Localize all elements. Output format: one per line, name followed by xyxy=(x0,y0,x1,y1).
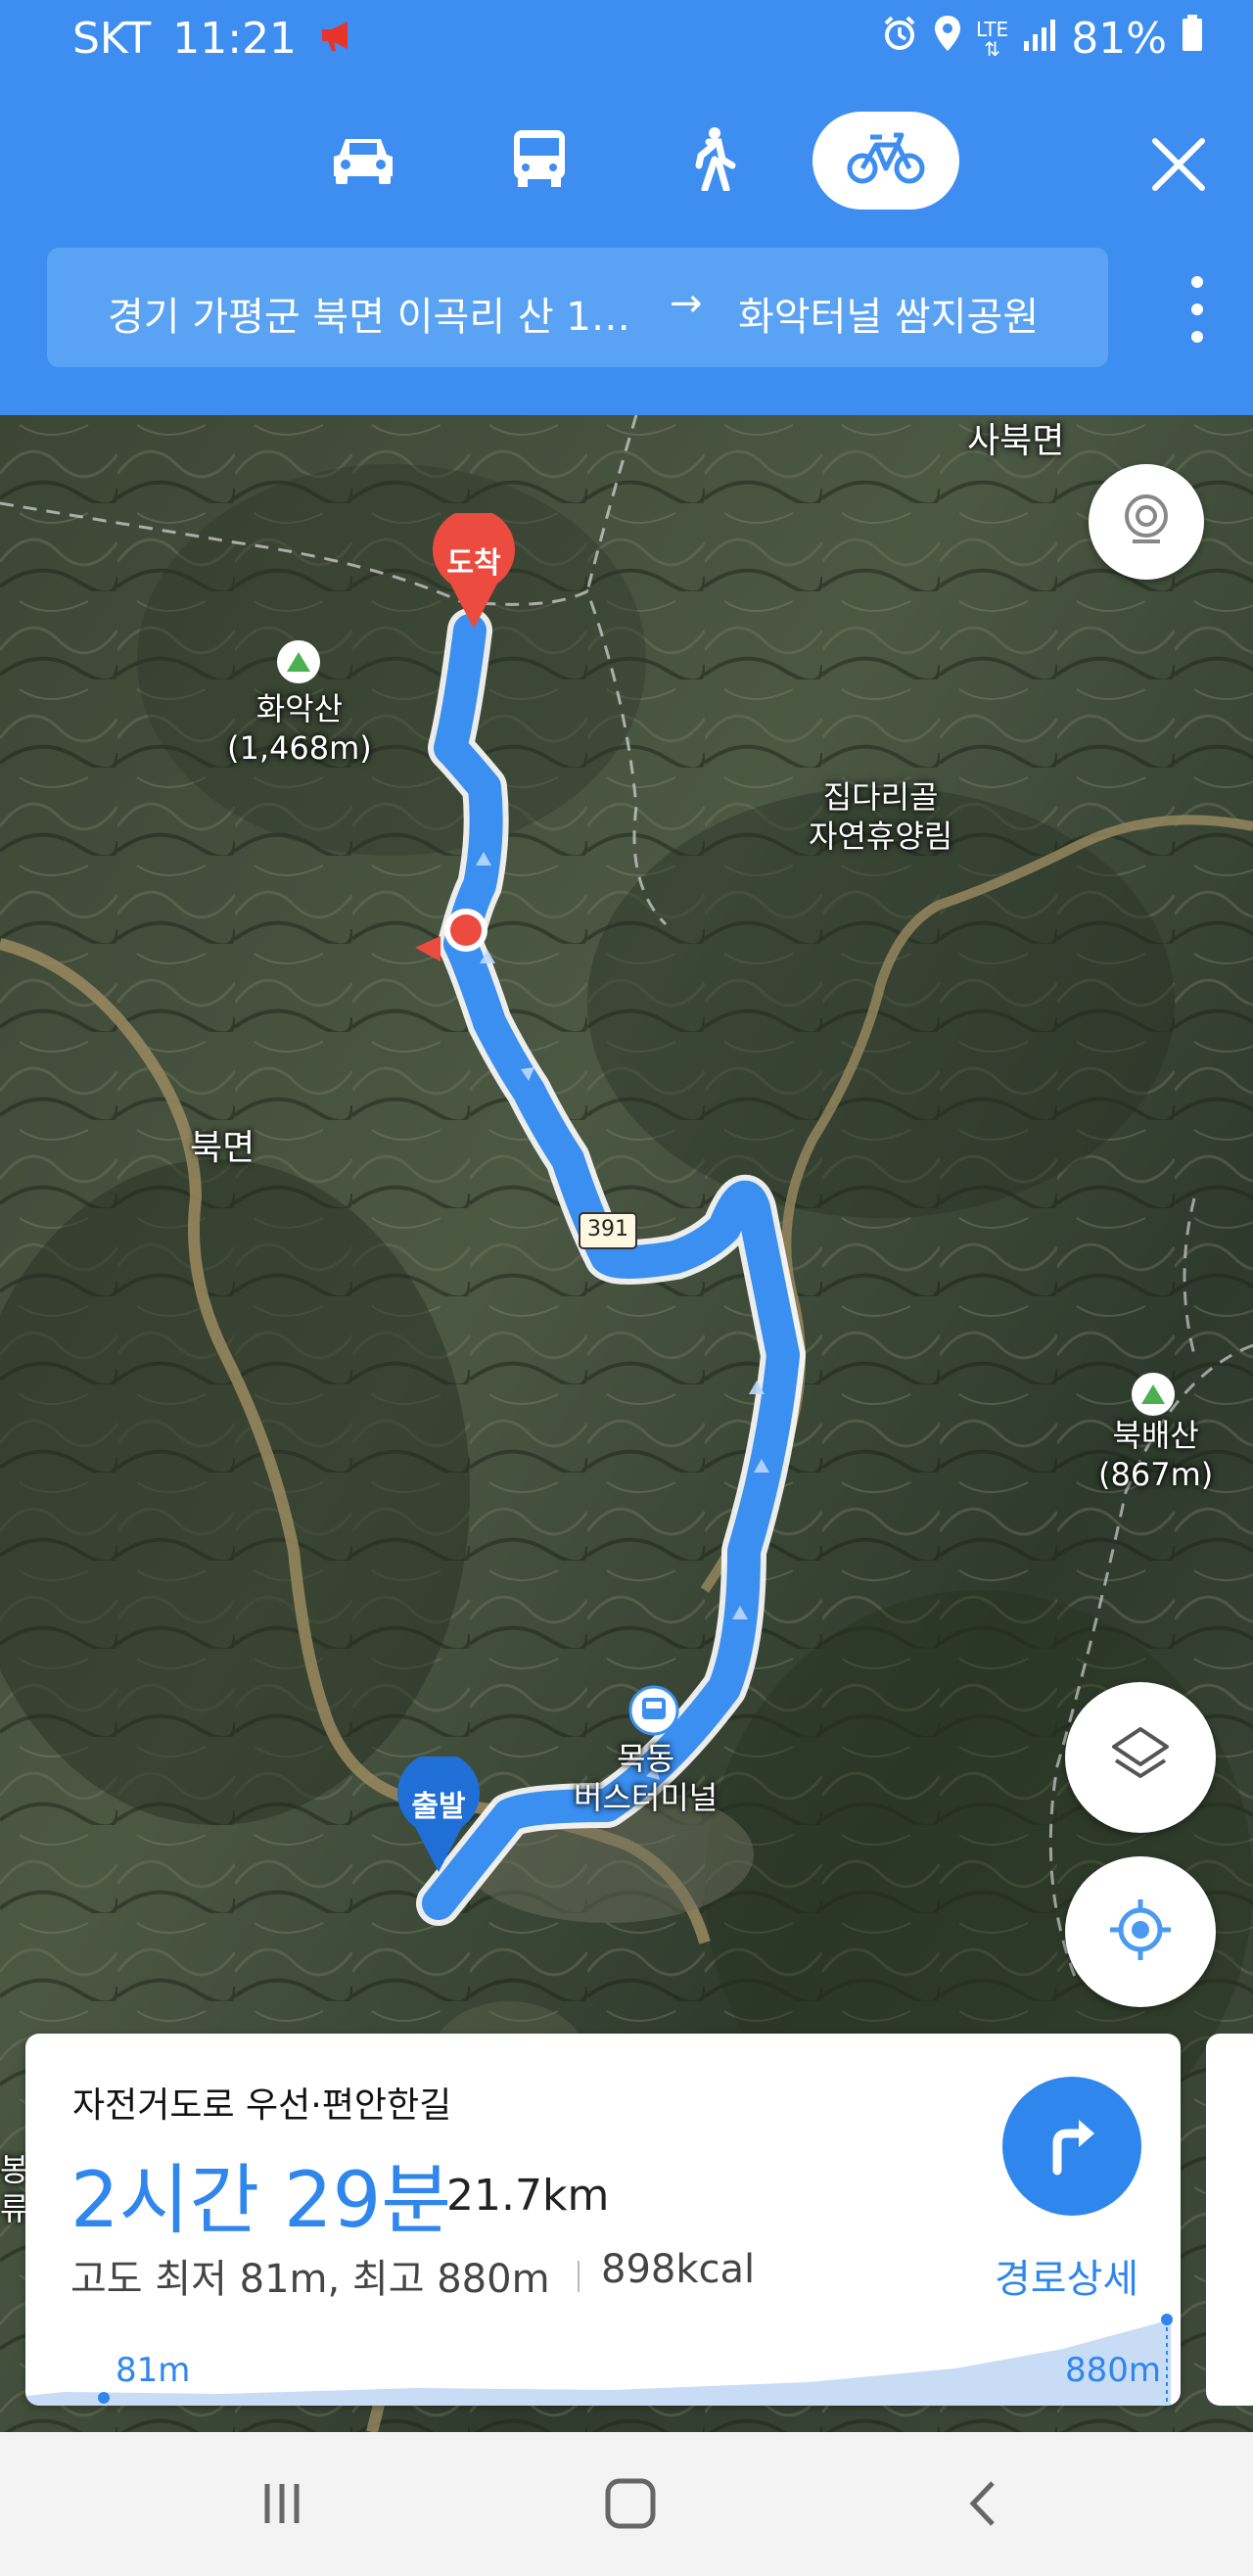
next-route-card-peek[interactable] xyxy=(1206,2034,1253,2406)
label-text: 화악산 xyxy=(255,690,344,727)
label-text: 집다리골 xyxy=(822,778,939,816)
transport-mode-tabs xyxy=(0,108,1253,215)
label-text: (867m) xyxy=(1098,1456,1214,1493)
elevation-min-label: 81m xyxy=(116,2351,191,2390)
map-label-sabuk: 사북면 xyxy=(967,419,1064,463)
more-options-button[interactable] xyxy=(1173,272,1222,347)
road-shield-391: 391 xyxy=(580,1217,636,1241)
map-label-hwaaksan: 화악산 (1,468m) xyxy=(227,689,372,768)
elevation-max-label: 880m xyxy=(1065,2351,1162,2390)
layers-icon xyxy=(1106,1721,1175,1794)
arrival-marker[interactable]: 도착 xyxy=(429,513,519,631)
arrival-label: 도착 xyxy=(446,546,501,581)
route-option-card[interactable]: 자전거도로 우선·편안한길 2시간 29분 21.7km 고도 최저 81m, … xyxy=(25,2034,1181,2406)
route-summary-box[interactable]: 경기 가평군 북면 이곡리 산 1… → 화악터널 쌈지공원 xyxy=(47,248,1108,367)
route-detail-label[interactable]: 경로상세 xyxy=(995,2247,1138,2304)
route-detail-button[interactable] xyxy=(1002,2077,1141,2216)
tab-bicycle[interactable] xyxy=(812,112,959,210)
location-icon xyxy=(933,14,962,64)
home-button[interactable] xyxy=(591,2471,670,2540)
route-distance: 21.7km xyxy=(446,2171,610,2221)
route-origin: 경기 가평군 북면 이곡리 산 1… xyxy=(108,295,630,340)
divider xyxy=(578,2261,580,2292)
bus-icon xyxy=(510,128,569,193)
recent-apps-button[interactable] xyxy=(243,2471,321,2540)
route-duration: 2시간 29분 xyxy=(70,2157,451,2245)
tab-walk[interactable] xyxy=(638,112,785,210)
layers-button[interactable] xyxy=(1065,1682,1216,1833)
tab-car[interactable] xyxy=(290,112,437,210)
street-view-icon xyxy=(1117,491,1176,553)
walk-icon xyxy=(687,126,736,195)
route-option-title: 자전거도로 우선·편안한길 xyxy=(72,2085,452,2126)
tab-bus[interactable] xyxy=(466,112,613,210)
label-text: 버스터미널 xyxy=(574,1779,719,1816)
lte-icon: LTE ⇅ xyxy=(975,17,1009,61)
label-text: 사북면 xyxy=(967,421,1065,461)
alarm-icon xyxy=(880,14,919,64)
elevation-profile-chart xyxy=(25,2314,1173,2406)
route-elevation: 고도 최저 81m, 최고 880m xyxy=(70,2257,550,2302)
signal-icon xyxy=(1022,14,1057,64)
bicycle-icon xyxy=(847,131,925,190)
close-icon xyxy=(1141,138,1216,206)
label-text: 자연휴양림 xyxy=(809,818,953,855)
battery-icon xyxy=(1181,14,1204,64)
home-icon xyxy=(604,2477,657,2534)
label-text: 391 xyxy=(587,1217,628,1241)
clock: 11:21 xyxy=(172,14,298,64)
recent-apps-icon xyxy=(257,2480,306,2531)
my-location-button[interactable] xyxy=(1065,1856,1216,2007)
map-label-jipdarigol: 집다리골 자연휴양림 xyxy=(809,777,952,856)
close-button[interactable] xyxy=(1141,127,1216,202)
map-label-mokdong-terminal: 목동 버스터미널 xyxy=(574,1739,718,1817)
more-vertical-icon xyxy=(1173,276,1222,351)
map-label-bukmyeon: 북면 xyxy=(190,1126,255,1170)
crosshair-icon xyxy=(1106,1896,1175,1968)
status-bar: SKT 11:21 LTE ⇅ 81% xyxy=(0,0,1253,82)
car-icon xyxy=(330,131,396,190)
back-button[interactable] xyxy=(944,2471,1022,2540)
app-header: SKT 11:21 LTE ⇅ 81% 경기 가평군 북면 이곡리 산 1… →… xyxy=(0,0,1253,415)
label-text: (1,468m) xyxy=(227,729,372,767)
system-navigation-bar xyxy=(0,2432,1253,2576)
route-destination: 화악터널 쌈지공원 xyxy=(738,295,1040,340)
departure-marker[interactable]: 출발 xyxy=(394,1756,484,1874)
network-label: LTE xyxy=(975,17,1009,41)
turn-right-icon xyxy=(1038,2110,1106,2182)
label-text: 목동 xyxy=(617,1740,675,1777)
route-arrow: → xyxy=(670,281,703,326)
route-calories: 898kcal xyxy=(601,2247,756,2292)
carrier-label: SKT xyxy=(72,14,152,64)
megaphone-icon xyxy=(318,14,357,64)
map-label-bukbaesan: 북배산 (867m) xyxy=(1098,1416,1213,1494)
back-icon xyxy=(963,2477,1002,2534)
departure-label: 출발 xyxy=(411,1790,466,1824)
battery-label: 81% xyxy=(1071,14,1167,64)
label-text: 북면 xyxy=(190,1128,255,1168)
label-text: 북배산 xyxy=(1112,1417,1199,1454)
street-view-button[interactable] xyxy=(1089,464,1204,580)
